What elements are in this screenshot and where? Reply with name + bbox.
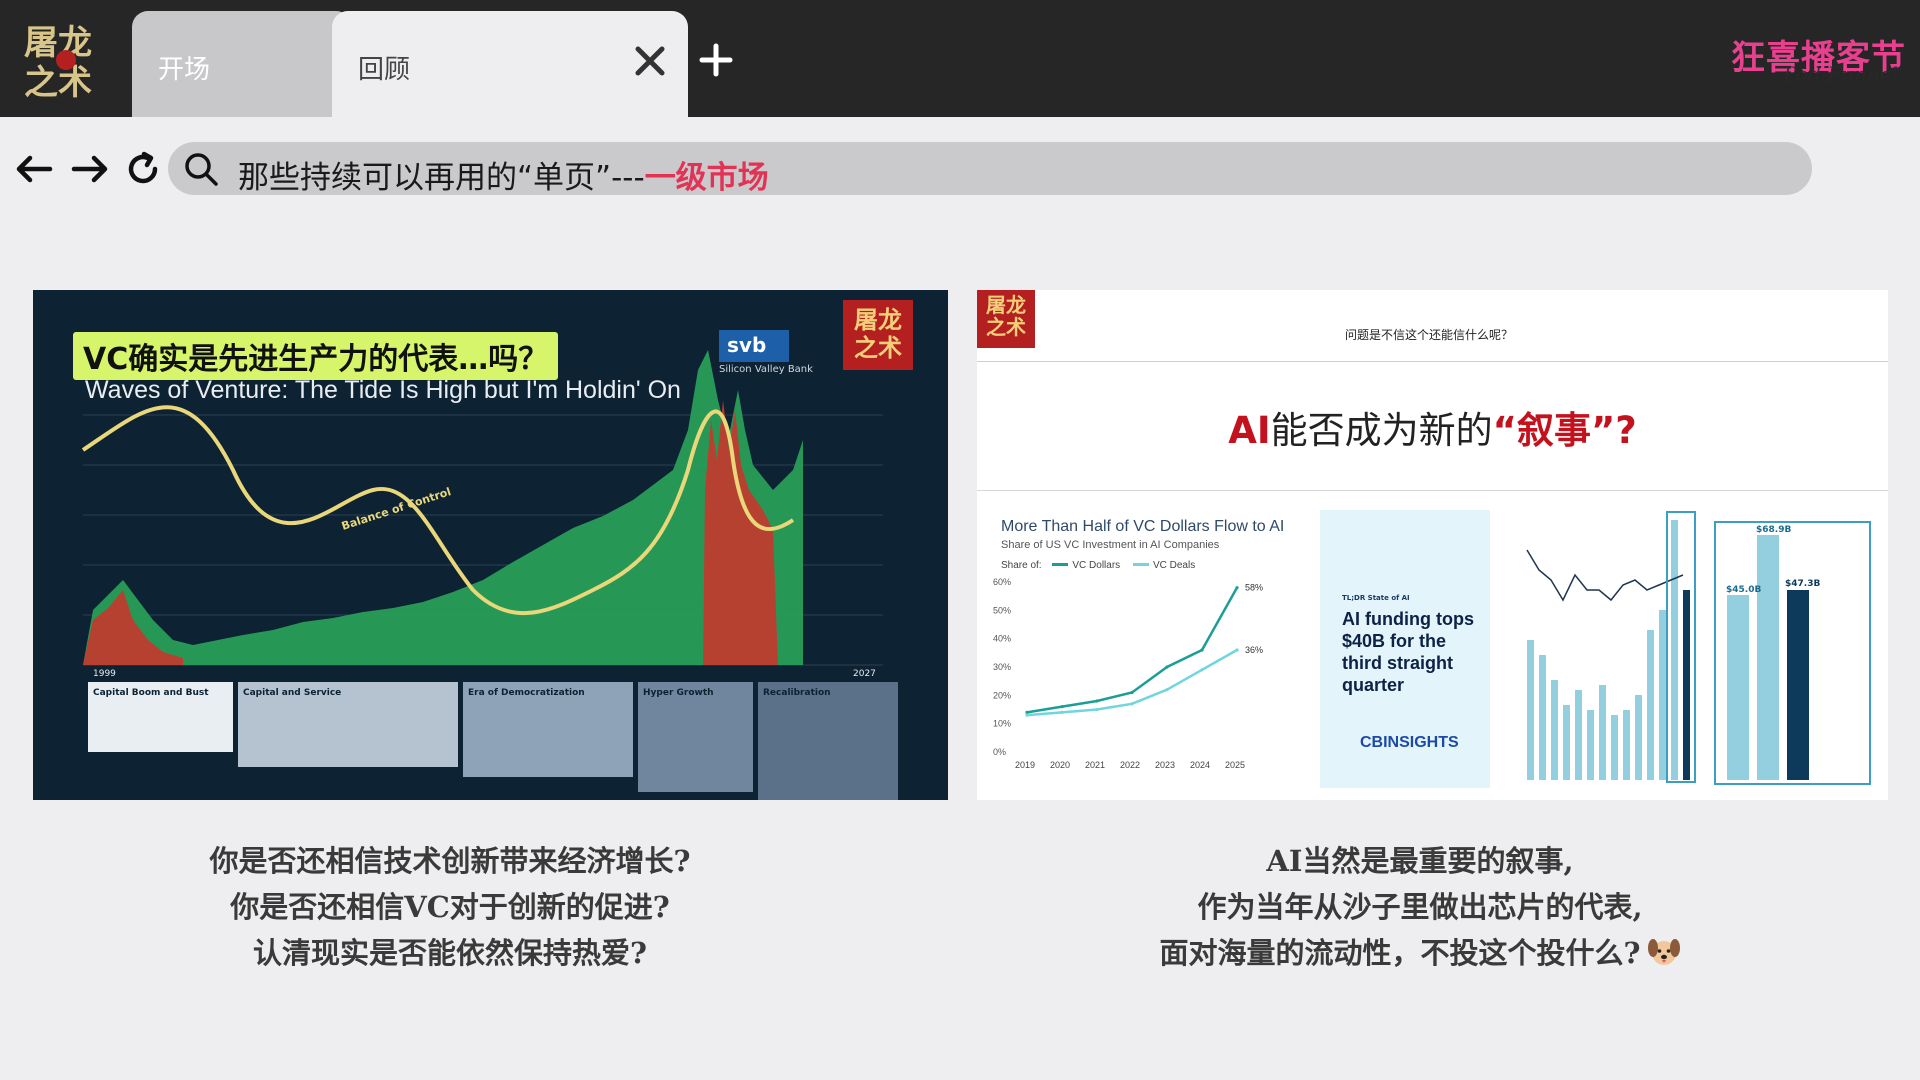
slide-header: 问题是不信这个还能信什么呢？ bbox=[977, 290, 1888, 362]
y-tick-label: 0% bbox=[993, 747, 1006, 757]
slide-headline: VC确实是先进生产力的代表…吗？ bbox=[73, 332, 559, 380]
address-main: 那些持续可以再用的“单页”--- bbox=[238, 160, 645, 196]
caption-right: AI当然是最重要的叙事, 作为当年从沙子里做出芯片的代表, 面对海量的流动性，不… bbox=[970, 838, 1870, 976]
x-tick-label: 2024 bbox=[1190, 760, 1210, 770]
series-point-0 bbox=[1025, 710, 1029, 714]
y-tick-label: 10% bbox=[993, 719, 1011, 729]
tab-label: 开场 bbox=[158, 55, 211, 85]
cbinsights-card: TL;DR State of AI AI funding tops $40B f… bbox=[1320, 510, 1490, 788]
search-icon bbox=[185, 153, 218, 186]
tab-opening[interactable]: 开场 bbox=[132, 11, 352, 117]
series-point-0 bbox=[1060, 705, 1064, 709]
era-label: Hyper Growth bbox=[643, 688, 714, 698]
series-point-1 bbox=[1200, 668, 1204, 672]
cb-small-label: TL;DR State of AI bbox=[1342, 594, 1410, 602]
caption-line: 认清现实是否能依然保持热爱? bbox=[253, 936, 647, 970]
slide-title: AI能否成为新的“叙事”? bbox=[977, 400, 1888, 454]
y-tick-label: 60% bbox=[993, 577, 1011, 587]
bar-label-q1-2025: $68.9B bbox=[1756, 525, 1791, 535]
x-tick-label: 2022 bbox=[1120, 760, 1140, 770]
arrow-left-icon[interactable] bbox=[14, 148, 56, 190]
caption-line: 面对海量的流动性，不投这个投什么? bbox=[970, 930, 1870, 976]
address-text: 那些持续可以再用的“单页”---一级市场 bbox=[238, 152, 769, 197]
caption-line: AI当然是最重要的叙事, bbox=[1266, 844, 1574, 878]
chart-title: More Than Half of VC Dollars Flow to AI bbox=[1001, 518, 1285, 535]
brand-subtitle: Pod Funnel bbox=[1783, 62, 1898, 86]
series-point-1 bbox=[1130, 702, 1134, 706]
app-logo: 屠龙 之术 bbox=[24, 23, 92, 103]
legend-deals: VC Deals bbox=[1152, 560, 1196, 571]
slide-ai-narrative: 屠龙之术 问题是不信这个还能信什么呢？ AI能否成为新的“叙事”? More T… bbox=[977, 290, 1888, 800]
series-point-0 bbox=[1165, 665, 1169, 669]
series-point-1 bbox=[1235, 648, 1239, 652]
series-point-0 bbox=[1235, 586, 1239, 590]
reload-icon[interactable] bbox=[122, 148, 164, 190]
address-highlight: 一级市场 bbox=[644, 160, 769, 196]
svb-name: Silicon Valley Bank bbox=[719, 364, 813, 375]
slide-header-text: 问题是不信这个还能信什么呢？ bbox=[1345, 328, 1514, 342]
series-end-label: 58% bbox=[1245, 583, 1263, 593]
series-point-1 bbox=[1165, 688, 1169, 692]
caption-line-text: 面对海量的流动性，不投这个投什么? bbox=[1159, 936, 1641, 970]
x-tick-label: 2019 bbox=[1015, 760, 1035, 770]
era-label: Capital and Service bbox=[243, 688, 341, 698]
slide-subtitle: Waves of Venture: The Tide Is High but I… bbox=[85, 376, 681, 404]
dog-face-icon bbox=[1647, 939, 1680, 965]
arrow-right-icon[interactable] bbox=[68, 148, 110, 190]
tab-review[interactable]: 回顾 bbox=[332, 11, 688, 117]
x-tick-label: 2020 bbox=[1050, 760, 1070, 770]
legend-swatch-dollars bbox=[1052, 563, 1069, 566]
bar-label-q4-2024: $45.0B bbox=[1726, 585, 1761, 595]
x-tick-label: 2023 bbox=[1155, 760, 1175, 770]
x-tick-label: 2025 bbox=[1225, 760, 1245, 770]
caption-left: 你是否还相信技术创新带来经济增长? 你是否还相信VC对于创新的促进? 认清现实是… bbox=[0, 838, 900, 976]
series-point-0 bbox=[1095, 699, 1099, 703]
close-icon[interactable] bbox=[630, 41, 670, 81]
plus-icon[interactable] bbox=[698, 42, 734, 78]
funding-bar-chart: $45.0B $68.9B $47.3B bbox=[1526, 511, 1871, 785]
title-quote: “叙事”? bbox=[1492, 409, 1637, 452]
chart-legend: Share of: VC Dollars VC Deals bbox=[1001, 560, 1195, 571]
svb-logo: svb bbox=[719, 330, 789, 362]
title-prefix: AI bbox=[1228, 409, 1271, 452]
slide-waves-of-venture: 1999 2027 Capital Boom and Bust Capital … bbox=[33, 290, 948, 800]
address-bar[interactable]: 那些持续可以再用的“单页”---一级市场 bbox=[168, 142, 1812, 197]
stamp-text: 屠龙之术 bbox=[854, 305, 902, 362]
series-end-label: 36% bbox=[1245, 645, 1263, 655]
svg-text:之术: 之术 bbox=[24, 63, 92, 103]
chart-subtitle: Share of US VC Investment in AI Companie… bbox=[1001, 539, 1220, 551]
tab-label: 回顾 bbox=[358, 55, 411, 85]
era-label: Era of Democratization bbox=[468, 688, 585, 698]
cbinsights-logo: CBINSIGHTS bbox=[1360, 734, 1459, 751]
divider bbox=[977, 490, 1888, 491]
legend-swatch-deals bbox=[1132, 563, 1149, 566]
series-point-1 bbox=[1095, 707, 1099, 712]
x-tick-label: 2021 bbox=[1085, 760, 1105, 770]
cb-headline: AI funding tops $40B for the third strai… bbox=[1342, 609, 1474, 695]
bar-label-q2-2025: $47.3B bbox=[1785, 579, 1820, 589]
title-mid: 能否成为新的 bbox=[1270, 409, 1493, 452]
caption-line: 你是否还相信技术创新带来经济增长? bbox=[209, 844, 691, 878]
caption-line: 你是否还相信VC对于创新的促进? bbox=[230, 890, 670, 924]
era-label: Capital Boom and Bust bbox=[93, 688, 209, 698]
year-axis-start: 1999 bbox=[93, 669, 116, 679]
series-point-0 bbox=[1200, 648, 1204, 652]
caption-line: 作为当年从沙子里做出芯片的代表, bbox=[1197, 890, 1643, 924]
series-point-1 bbox=[1025, 713, 1029, 717]
stamp-logo: 屠龙之术 bbox=[843, 300, 913, 370]
ai-share-line-chart: 0% 10% 20% 30% 40% 50% 60% 2019 2020 2021 2022 2023… bbox=[993, 577, 1263, 770]
legend-prefix: Share of: bbox=[1001, 560, 1042, 571]
y-tick-label: 50% bbox=[993, 605, 1011, 615]
era-label: Recalibration bbox=[763, 688, 831, 698]
y-tick-label: 30% bbox=[993, 662, 1011, 672]
y-tick-label: 20% bbox=[993, 690, 1011, 700]
legend-dollars: VC Dollars bbox=[1072, 560, 1121, 571]
series-point-1 bbox=[1060, 710, 1064, 714]
y-tick-label: 40% bbox=[993, 634, 1011, 644]
year-axis-end: 2027 bbox=[853, 669, 876, 679]
browser-top-bar: 屠龙 之术 开场 回顾 狂喜播客节 Pod Funnel bbox=[0, 0, 1920, 117]
series-point-0 bbox=[1130, 690, 1134, 695]
